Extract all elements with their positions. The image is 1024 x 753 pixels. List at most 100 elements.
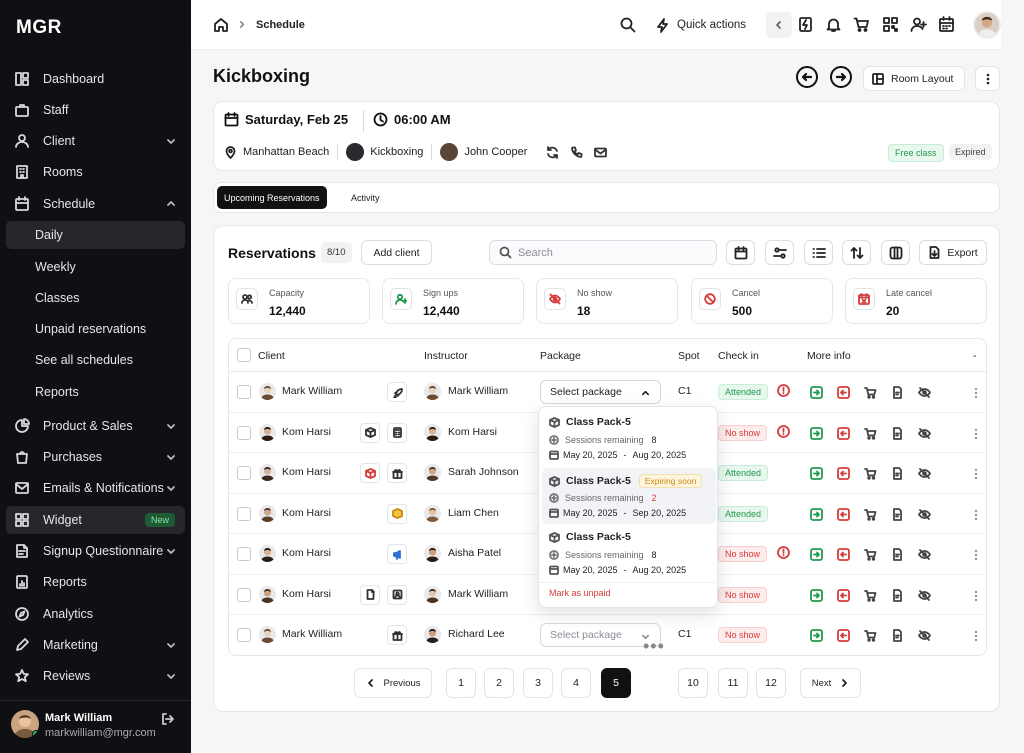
instructor-name-text[interactable]: John Cooper (464, 146, 527, 158)
page-12-button[interactable]: 12 (756, 668, 786, 698)
check-in-icon[interactable] (810, 467, 823, 480)
cart-icon[interactable] (864, 548, 877, 561)
instructor-name[interactable]: Sarah Johnson (448, 466, 519, 478)
check-in-status-badge[interactable]: No show (718, 424, 768, 441)
check-in-icon[interactable] (810, 507, 823, 521)
column-instructor[interactable]: Instructor (424, 350, 468, 362)
rocket-icon[interactable] (387, 382, 407, 402)
home-icon[interactable] (213, 17, 229, 33)
alert-icon[interactable] (777, 384, 790, 397)
avatar[interactable] (11, 710, 39, 738)
cube-icon[interactable] (387, 503, 407, 524)
sidebar-item-client[interactable]: Client (6, 127, 185, 155)
search-input[interactable]: Search (489, 240, 717, 265)
row-menu-icon[interactable] (974, 509, 978, 521)
client-name[interactable]: Mark William (282, 628, 342, 640)
sidebar-item-signup-questionnaire[interactable]: Signup Questionnaire (6, 537, 185, 565)
note-icon[interactable] (891, 507, 904, 521)
sort-button[interactable] (842, 240, 871, 265)
eye-off-icon[interactable] (918, 386, 931, 399)
check-out-icon[interactable] (837, 507, 850, 521)
phone-icon[interactable] (570, 146, 583, 159)
breadcrumb-current[interactable]: Schedule (256, 19, 305, 31)
previous-class-button[interactable] (796, 66, 818, 88)
sidebar-item-daily[interactable]: Daily (6, 221, 185, 249)
check-in-icon[interactable] (810, 588, 823, 602)
sidebar-item-dashboard[interactable]: Dashboard (6, 65, 185, 93)
cart-icon[interactable] (864, 467, 877, 480)
tab-upcoming-reservations[interactable]: Upcoming Reservations (217, 186, 327, 209)
eye-off-icon[interactable] (918, 548, 931, 561)
eye-off-icon[interactable] (918, 427, 931, 440)
list-view-button[interactable] (804, 240, 833, 265)
sidebar-item-widget[interactable]: Widget New (6, 506, 185, 534)
page-10-button[interactable]: 10 (678, 668, 708, 698)
columns-button[interactable] (881, 240, 910, 265)
instructor-name[interactable]: Mark William (448, 385, 508, 397)
table-row[interactable]: Mark William Richard Lee Select package C1 N… (229, 615, 986, 655)
page-5-button[interactable]: 5 (601, 668, 631, 698)
sidebar-item-unpaid-reservations[interactable]: Unpaid reservations (6, 315, 185, 343)
check-in-status-badge[interactable]: No show (718, 586, 768, 603)
sidebar-item-classes[interactable]: Classes (6, 284, 185, 312)
client-name[interactable]: Kom Harsi (282, 426, 331, 438)
client-name[interactable]: Kom Harsi (282, 547, 331, 559)
client-name[interactable]: Mark William (282, 385, 342, 397)
page-4-button[interactable]: 4 (561, 668, 591, 698)
box-icon[interactable] (360, 422, 380, 443)
more-options-button[interactable] (975, 66, 1000, 91)
quick-actions-button[interactable]: Quick actions (655, 16, 746, 34)
column-more-info[interactable]: More info (807, 350, 851, 362)
check-in-status-badge[interactable]: No show (718, 546, 768, 562)
eye-off-icon[interactable] (918, 467, 931, 480)
column-package[interactable]: Package (540, 350, 581, 362)
mail-icon[interactable] (594, 146, 608, 159)
column-client[interactable]: Client (258, 350, 285, 362)
check-out-icon[interactable] (837, 426, 850, 440)
sidebar-item-emails-notifications[interactable]: Emails & Notifications (6, 474, 185, 502)
next-page-button[interactable]: Next (800, 668, 861, 698)
check-out-icon[interactable] (837, 629, 850, 642)
cart-icon[interactable] (864, 508, 877, 521)
row-checkbox[interactable] (237, 425, 251, 440)
client-name[interactable]: Kom Harsi (282, 507, 331, 519)
instructor-name[interactable]: Kom Harsi (448, 426, 497, 438)
add-user-icon[interactable] (910, 16, 927, 33)
check-in-icon[interactable] (810, 629, 823, 642)
refresh-icon[interactable] (546, 145, 559, 159)
row-checkbox[interactable] (237, 628, 251, 642)
alert-icon[interactable] (777, 424, 790, 438)
document-icon[interactable] (360, 584, 380, 605)
sidebar-item-see-all-schedules[interactable]: See all schedules (6, 346, 185, 374)
check-out-icon[interactable] (837, 467, 850, 480)
user-avatar[interactable] (973, 11, 1001, 39)
calendar-grid-icon[interactable] (938, 16, 955, 33)
cart-icon[interactable] (864, 589, 877, 602)
client-name[interactable]: Kom Harsi (282, 588, 331, 600)
package-option[interactable]: Class Pack-5 Sessions remaining 8 May 20,… (542, 410, 716, 466)
export-button[interactable]: Export (919, 240, 987, 265)
check-out-icon[interactable] (837, 548, 850, 561)
activity-icon[interactable] (797, 16, 814, 33)
check-in-status-badge[interactable]: No show (718, 627, 768, 643)
check-in-icon[interactable] (810, 426, 823, 440)
collapse-toolbar-button[interactable] (766, 12, 792, 38)
package-option[interactable]: Class Pack-5 Sessions remaining 8 May 20,… (542, 525, 716, 581)
note-icon[interactable] (891, 588, 904, 602)
instructor-name[interactable]: Aisha Patel (448, 547, 501, 559)
select-package-dropdown[interactable]: Select package (540, 380, 661, 404)
cart-icon[interactable] (864, 629, 877, 642)
sidebar-item-marketing[interactable]: Marketing (6, 631, 185, 659)
row-checkbox[interactable] (237, 547, 251, 561)
check-in-status-badge[interactable]: Attended (718, 505, 769, 522)
previous-page-button[interactable]: Previous (354, 668, 432, 698)
row-checkbox[interactable] (237, 466, 251, 480)
add-client-button[interactable]: Add client (361, 240, 432, 265)
instructor-name[interactable]: Mark William (448, 588, 508, 600)
note-icon[interactable] (891, 386, 904, 399)
page-11-button[interactable]: 11 (718, 668, 748, 698)
row-menu-icon[interactable] (974, 387, 978, 399)
page-3-button[interactable]: 3 (523, 668, 553, 698)
row-checkbox[interactable] (237, 587, 251, 602)
calendar-filter-button[interactable] (726, 240, 755, 265)
